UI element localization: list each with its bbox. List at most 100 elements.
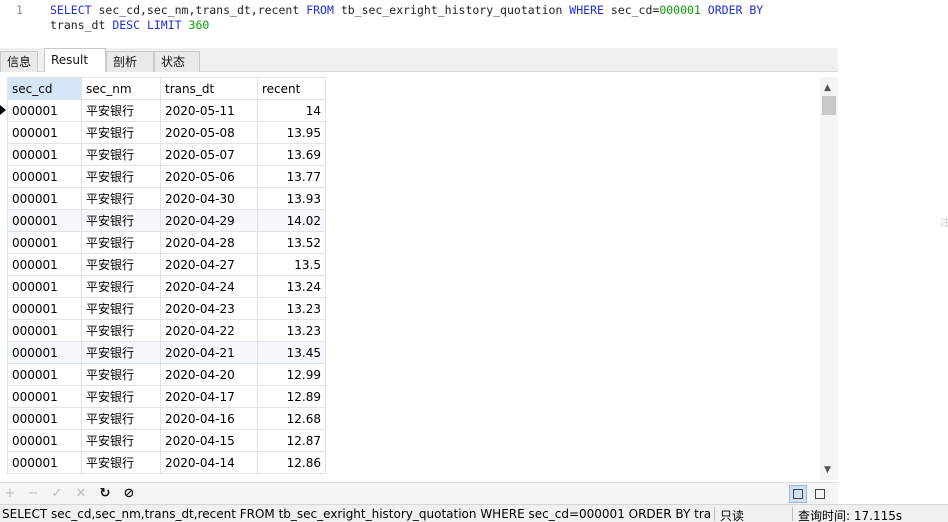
table-cell-recent[interactable]: 12.68 xyxy=(257,407,326,430)
table-cell-sec-nm[interactable]: 平安银行 xyxy=(81,187,161,210)
table-cell-trans-dt[interactable]: 2020-05-08 xyxy=(160,121,258,144)
table-cell-trans-dt[interactable]: 2020-04-21 xyxy=(160,341,258,364)
table-cell-recent[interactable]: 13.5 xyxy=(257,253,326,276)
table-cell-recent[interactable]: 12.99 xyxy=(257,363,326,386)
table-cell-sec-nm[interactable]: 平安银行 xyxy=(81,209,161,232)
tab-info[interactable]: 信息 xyxy=(0,51,38,72)
vertical-scrollbar[interactable]: ▲ ▼ xyxy=(820,77,838,480)
table-cell-sec-nm[interactable]: 平安银行 xyxy=(81,407,161,430)
table-cell-recent[interactable]: 13.23 xyxy=(257,297,326,320)
table-row[interactable]: 000001 平安银行 2020-04-17 12.89 xyxy=(7,385,326,408)
table-cell-trans-dt[interactable]: 2020-05-07 xyxy=(160,143,258,166)
table-row[interactable]: 000001 平安银行 2020-04-27 13.5 xyxy=(7,253,326,276)
table-cell-sec-cd[interactable]: 000001 xyxy=(7,407,82,430)
table-cell-recent[interactable]: 13.69 xyxy=(257,143,326,166)
table-row[interactable]: 000001 平安银行 2020-04-28 13.52 xyxy=(7,231,326,254)
table-row[interactable]: 000001 平安银行 2020-04-24 13.24 xyxy=(7,275,326,298)
table-row[interactable]: 000001 平安银行 2020-04-16 12.68 xyxy=(7,407,326,430)
table-cell-sec-nm[interactable]: 平安银行 xyxy=(81,429,161,452)
table-cell-sec-cd[interactable]: 000001 xyxy=(7,429,82,452)
table-cell-sec-cd[interactable]: 000001 xyxy=(7,209,82,232)
tab-profile[interactable]: 剖析 xyxy=(106,51,154,72)
table-cell-recent[interactable]: 12.89 xyxy=(257,385,326,408)
table-cell-sec-nm[interactable]: 平安银行 xyxy=(81,275,161,298)
table-cell-trans-dt[interactable]: 2020-04-16 xyxy=(160,407,258,430)
table-cell-sec-cd[interactable]: 000001 xyxy=(7,341,82,364)
scroll-down-icon[interactable]: ▼ xyxy=(824,465,831,475)
refresh-icon[interactable]: ↻ xyxy=(96,485,114,503)
table-cell-sec-cd[interactable]: 000001 xyxy=(7,143,82,166)
table-cell-sec-cd[interactable]: 000001 xyxy=(7,99,82,122)
table-cell-trans-dt[interactable]: 2020-04-28 xyxy=(160,231,258,254)
scroll-up-icon[interactable]: ▲ xyxy=(824,83,831,93)
table-row[interactable]: 000001 平安银行 2020-04-21 13.45 xyxy=(7,341,326,364)
table-row[interactable]: 000001 平安银行 2020-04-29 14.02 xyxy=(7,209,326,232)
tab-result-1[interactable]: Result 1 xyxy=(44,48,106,89)
table-row[interactable]: 000001 平安银行 2020-04-23 13.23 xyxy=(7,297,326,320)
table-cell-sec-nm[interactable]: 平安银行 xyxy=(81,121,161,144)
table-cell-sec-nm[interactable]: 平安银行 xyxy=(81,451,161,474)
column-header-recent[interactable]: recent xyxy=(257,77,326,100)
table-cell-recent[interactable]: 12.87 xyxy=(257,429,326,452)
table-row[interactable]: 000001 平安银行 2020-05-07 13.69 xyxy=(7,143,326,166)
table-cell-trans-dt[interactable]: 2020-04-20 xyxy=(160,363,258,386)
column-header-trans-dt[interactable]: trans_dt xyxy=(160,77,258,100)
table-cell-sec-cd[interactable]: 000001 xyxy=(7,363,82,386)
table-cell-recent[interactable]: 13.52 xyxy=(257,231,326,254)
table-cell-recent[interactable]: 13.24 xyxy=(257,275,326,298)
table-cell-trans-dt[interactable]: 2020-04-23 xyxy=(160,297,258,320)
result-grid[interactable]: sec_cd sec_nm trans_dt recent 000001 平安银行… xyxy=(0,77,820,475)
discard-changes-icon[interactable]: ✕ xyxy=(72,485,90,503)
table-cell-recent[interactable]: 12.86 xyxy=(257,451,326,474)
table-cell-recent[interactable]: 13.45 xyxy=(257,341,326,364)
table-cell-trans-dt[interactable]: 2020-05-06 xyxy=(160,165,258,188)
table-row[interactable]: 000001 平安银行 2020-04-30 13.93 xyxy=(7,187,326,210)
table-cell-trans-dt[interactable]: 2020-04-17 xyxy=(160,385,258,408)
column-header-sec-nm[interactable]: sec_nm xyxy=(81,77,161,100)
table-cell-trans-dt[interactable]: 2020-04-27 xyxy=(160,253,258,276)
tab-status[interactable]: 状态 xyxy=(154,51,200,72)
table-cell-sec-cd[interactable]: 000001 xyxy=(7,231,82,254)
table-cell-trans-dt[interactable]: 2020-04-14 xyxy=(160,451,258,474)
scrollbar-thumb[interactable] xyxy=(822,96,836,115)
table-cell-sec-nm[interactable]: 平安银行 xyxy=(81,231,161,254)
form-view-button[interactable] xyxy=(811,485,829,503)
table-row[interactable]: 000001 平安银行 2020-05-08 13.95 xyxy=(7,121,326,144)
table-cell-sec-cd[interactable]: 000001 xyxy=(7,275,82,298)
stop-icon[interactable]: ⊘ xyxy=(120,485,138,503)
table-cell-sec-cd[interactable]: 000001 xyxy=(7,165,82,188)
table-cell-trans-dt[interactable]: 2020-04-22 xyxy=(160,319,258,342)
table-cell-trans-dt[interactable]: 2020-04-30 xyxy=(160,187,258,210)
table-cell-sec-cd[interactable]: 000001 xyxy=(7,385,82,408)
table-row[interactable]: 000001 平安银行 2020-05-11 14 xyxy=(7,99,326,122)
grid-view-button[interactable] xyxy=(789,485,807,503)
sql-code[interactable]: SELECT sec_cd,sec_nm,trans_dt,recent FRO… xyxy=(50,3,830,33)
table-cell-sec-nm[interactable]: 平安银行 xyxy=(81,253,161,276)
table-cell-recent[interactable]: 13.23 xyxy=(257,319,326,342)
table-cell-sec-cd[interactable]: 000001 xyxy=(7,253,82,276)
table-cell-sec-nm[interactable]: 平安银行 xyxy=(81,319,161,342)
table-row[interactable]: 000001 平安银行 2020-05-06 13.77 xyxy=(7,165,326,188)
table-cell-recent[interactable]: 13.95 xyxy=(257,121,326,144)
table-cell-sec-cd[interactable]: 000001 xyxy=(7,121,82,144)
table-cell-trans-dt[interactable]: 2020-04-24 xyxy=(160,275,258,298)
table-cell-recent[interactable]: 14.02 xyxy=(257,209,326,232)
table-cell-sec-nm[interactable]: 平安银行 xyxy=(81,363,161,386)
table-cell-trans-dt[interactable]: 2020-05-11 xyxy=(160,99,258,122)
table-cell-sec-cd[interactable]: 000001 xyxy=(7,319,82,342)
apply-changes-icon[interactable]: ✓ xyxy=(48,485,66,503)
table-cell-sec-cd[interactable]: 000001 xyxy=(7,187,82,210)
table-row[interactable]: 000001 平安银行 2020-04-22 13.23 xyxy=(7,319,326,342)
table-row[interactable]: 000001 平安银行 2020-04-20 12.99 xyxy=(7,363,326,386)
table-cell-sec-nm[interactable]: 平安银行 xyxy=(81,297,161,320)
table-cell-recent[interactable]: 14 xyxy=(257,99,326,122)
table-cell-sec-cd[interactable]: 000001 xyxy=(7,451,82,474)
table-row[interactable]: 000001 平安银行 2020-04-14 12.86 xyxy=(7,451,326,474)
table-cell-sec-nm[interactable]: 平安银行 xyxy=(81,341,161,364)
table-cell-trans-dt[interactable]: 2020-04-29 xyxy=(160,209,258,232)
table-cell-sec-cd[interactable]: 000001 xyxy=(7,297,82,320)
table-cell-sec-nm[interactable]: 平安银行 xyxy=(81,143,161,166)
sql-editor[interactable]: 1 SELECT sec_cd,sec_nm,trans_dt,recent F… xyxy=(0,0,838,46)
table-cell-recent[interactable]: 13.77 xyxy=(257,165,326,188)
add-row-icon[interactable]: + xyxy=(1,485,19,503)
